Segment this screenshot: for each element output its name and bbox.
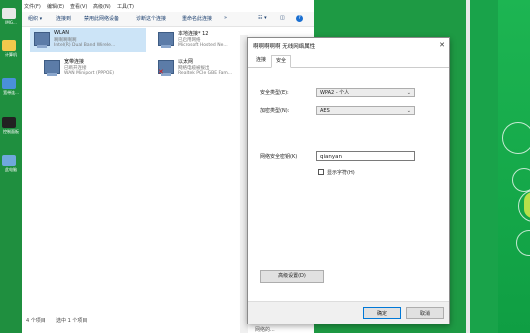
desktop-label: 此电脑 — [5, 167, 17, 172]
view-options-icon[interactable]: ☷ ▾ — [258, 15, 267, 21]
decorative-badge — [524, 192, 530, 218]
selected-count: 选中 1 个项目 — [56, 318, 88, 324]
decorative-ring — [516, 230, 530, 256]
encryption-type-value: AES — [320, 108, 330, 114]
connection-adapter: Intel(R) Dual Band Wirele... — [54, 43, 116, 48]
dialog-title: 啊啊啊啊啊 无线网络属性 — [253, 44, 316, 50]
advanced-settings-button[interactable]: 高级设置(D) — [260, 270, 324, 283]
close-icon[interactable]: ✕ — [439, 41, 445, 49]
background-text: 网络的... — [255, 327, 275, 333]
diagnose-button[interactable]: 诊断这个连接 — [136, 15, 166, 22]
menu-advanced[interactable]: 高级(N) — [93, 3, 111, 10]
desktop-right — [470, 0, 530, 333]
item-count: 4 个项目 — [26, 318, 46, 324]
connect-to-button[interactable]: 连接到 — [56, 15, 71, 22]
dialog-body: 安全类型(E): WPA2 - 个人 ⌄ 加密类型(N): AES ⌄ 网络安全… — [248, 68, 449, 301]
connection-adapter: WAN Miniport (PPPOE) — [64, 71, 115, 76]
preview-pane-icon[interactable]: ◫ — [280, 15, 285, 21]
rename-button[interactable]: 重命名此连接 — [182, 15, 212, 22]
show-characters-checkbox[interactable] — [318, 169, 324, 175]
help-icon[interactable]: ? — [296, 15, 303, 22]
connection-item-wlan[interactable]: WLAN 啊啊啊啊啊 Intel(R) Dual Band Wirele... — [34, 30, 154, 56]
desktop-label: 控制面板 — [3, 129, 19, 134]
desktop-computer-icon[interactable] — [2, 155, 16, 166]
desktop-panel-icon[interactable] — [2, 117, 16, 128]
desktop-network-icon[interactable] — [2, 78, 16, 89]
chevron-down-icon: ⌄ — [406, 90, 411, 96]
desktop-folder-icon[interactable] — [2, 40, 16, 51]
tab-connection[interactable]: 连接 — [252, 55, 270, 66]
connection-item-broadband[interactable]: 宽带连接 已断开连接 WAN Miniport (PPPOE) — [44, 58, 164, 84]
ok-button[interactable]: 确定 — [363, 307, 401, 319]
desktop-file-icon[interactable] — [2, 8, 16, 19]
desktop-label: 计算机 — [5, 52, 17, 57]
dialog-tabs: 连接 安全 — [248, 53, 449, 68]
organize-button[interactable]: 组织 ▾ — [28, 15, 42, 22]
tab-security[interactable]: 安全 — [271, 55, 292, 68]
chevron-down-icon: ⌄ — [406, 108, 411, 114]
show-characters-label: 显示字符(H) — [327, 170, 355, 176]
connection-name: 以太网 — [178, 59, 194, 65]
menu-view[interactable]: 查看(V) — [70, 3, 87, 10]
connection-adapter: Realtek PCIe GBE Fam... — [178, 71, 233, 76]
menu-edit[interactable]: 编辑(E) — [47, 3, 64, 10]
decorative-ring — [502, 122, 530, 154]
decorative-ring — [512, 168, 530, 192]
connection-name: 本地连接* 12 — [178, 31, 209, 37]
dialog-footer: 确定 取消 — [248, 301, 449, 324]
desktop-label: 宽带连... — [3, 90, 19, 95]
wireless-properties-dialog: 啊啊啊啊啊 无线网络属性 ✕ 连接 安全 安全类型(E): WPA2 - 个人 … — [247, 37, 450, 324]
more-button[interactable]: » — [224, 15, 227, 21]
security-type-value: WPA2 - 个人 — [320, 90, 350, 96]
connection-adapter: Microsoft Hosted Ne... — [178, 43, 228, 48]
security-type-label: 安全类型(E): — [260, 90, 289, 96]
wifi-adapter-icon — [34, 32, 50, 48]
dialog-title-bar: 啊啊啊啊啊 无线网络属性 ✕ — [248, 38, 449, 52]
desktop-left: IMG... 计算机 宽带连... 控制面板 此电脑 — [0, 0, 22, 333]
connection-name: 宽带连接 — [64, 59, 85, 65]
desktop-label: IMG... — [5, 20, 17, 25]
encryption-type-select[interactable]: AES ⌄ — [316, 106, 415, 115]
toolbar: 组织 ▾ 连接到 禁用此网络设备 诊断这个连接 重命名此连接 » ☷ ▾ ◫ ? — [22, 12, 314, 27]
menu-file[interactable]: 文件(F) — [24, 3, 41, 10]
disable-device-button[interactable]: 禁用此网络设备 — [84, 15, 119, 22]
decorative-panel — [498, 0, 530, 333]
security-key-label: 网络安全密钥(K) — [260, 154, 298, 160]
menu-tools[interactable]: 工具(T) — [117, 3, 134, 10]
security-key-input[interactable]: qianyan — [316, 151, 415, 161]
connection-name: WLAN — [54, 30, 70, 36]
cancel-button[interactable]: 取消 — [406, 307, 444, 319]
encryption-type-label: 加密类型(N): — [260, 108, 290, 114]
dialup-adapter-icon — [44, 60, 60, 76]
network-adapter-icon — [158, 32, 174, 48]
security-type-select[interactable]: WPA2 - 个人 ⌄ — [316, 88, 415, 97]
disconnected-x-icon: ✕ — [158, 68, 164, 76]
